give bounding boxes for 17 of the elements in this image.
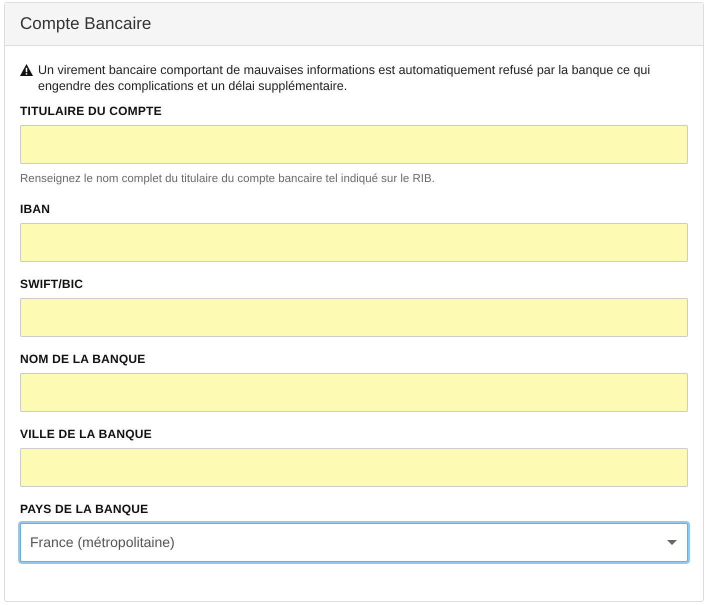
country-dropdown[interactable]: France (métropolitaine) <box>20 523 688 562</box>
text-input-field[interactable] <box>20 223 688 262</box>
panel-title: Compte Bancaire <box>20 13 152 36</box>
warning-icon <box>20 64 33 76</box>
field-label: PAYS DE LA BANQUE <box>20 501 150 517</box>
field-label: SWIFT/BIC <box>20 276 84 292</box>
caret-icon <box>667 540 677 545</box>
field-label: IBAN <box>20 201 52 217</box>
field-label: TITULAIRE DU COMPTE <box>20 103 163 119</box>
help-text: Renseignez le nom complet du titulaire du compte bancaire tel indiqué sur le RIB. <box>20 172 436 187</box>
text-input-field[interactable] <box>20 448 688 487</box>
warning-text: Un virement bancaire comportant de mauvaises informations est automatiquement refusé par la banque ce qui engendre des complications et un délai supplémentaire. <box>38 62 652 94</box>
field-label: NOM DE LA BANQUE <box>20 351 146 367</box>
field-label: VILLE DE LA BANQUE <box>20 426 153 442</box>
text-input-field[interactable] <box>20 125 688 164</box>
text-input-field[interactable] <box>20 373 688 412</box>
text-input-field[interactable] <box>20 298 688 337</box>
